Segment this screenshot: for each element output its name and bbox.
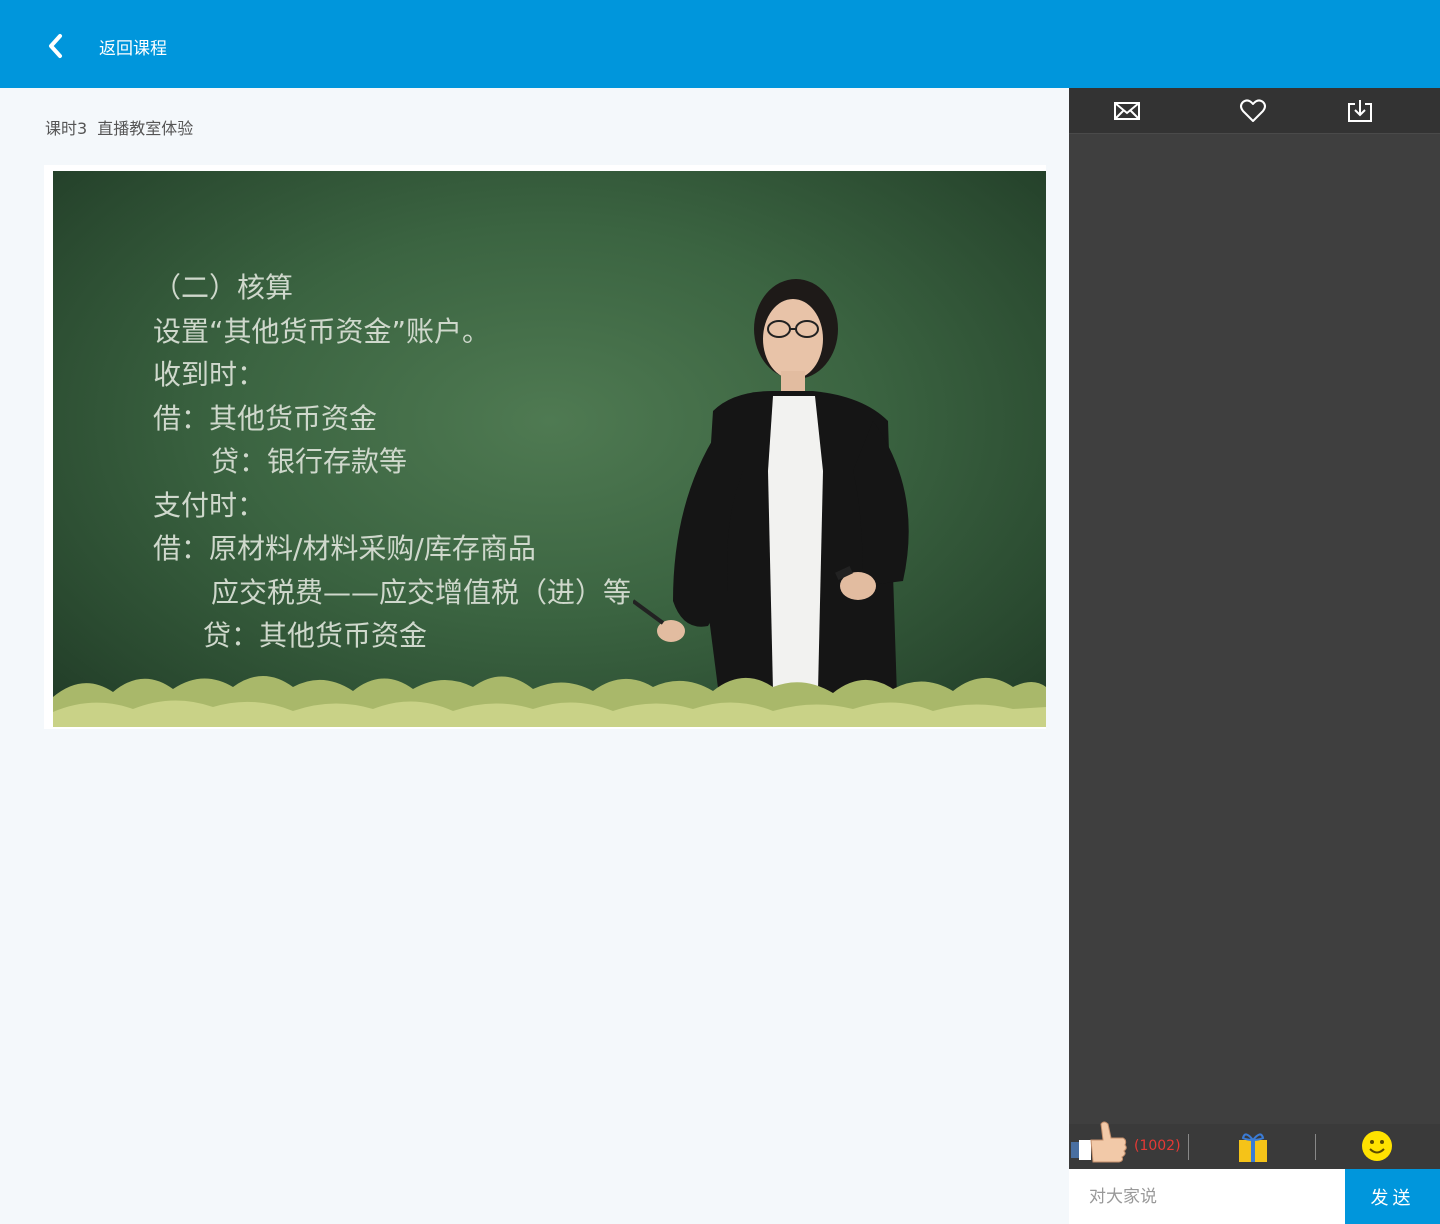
board-line: 应交税费——应交增值税（进）等 xyxy=(211,575,632,609)
thumbs-up-icon[interactable] xyxy=(1071,1118,1129,1168)
foliage-decoration xyxy=(53,676,1046,727)
chat-input-row: 发送 xyxy=(1069,1169,1440,1224)
heart-icon[interactable] xyxy=(1239,98,1267,124)
emoji-icon[interactable] xyxy=(1361,1130,1393,1162)
video-player[interactable]: （二）核算 设置“其他货币资金”账户。 收到时： 借：其他货币资金 贷：银行存款… xyxy=(53,171,1046,727)
interaction-bar: (1002) xyxy=(1069,1121,1440,1169)
sidebar-toolbar xyxy=(1069,88,1440,134)
lesson-title: 课时3 直播教室体验 xyxy=(45,115,203,139)
download-icon[interactable] xyxy=(1346,98,1374,124)
divider xyxy=(1315,1134,1316,1160)
back-to-course-link[interactable]: 返回课程 xyxy=(99,34,167,59)
divider xyxy=(1188,1134,1189,1160)
blackboard-text: （二）核算 设置“其他货币资金”账户。 收到时： 借：其他货币资金 贷：银行存款… xyxy=(153,266,631,658)
chat-input[interactable] xyxy=(1069,1169,1345,1224)
like-count: (1002) xyxy=(1134,1138,1181,1154)
board-line: 贷：其他货币资金 xyxy=(203,619,428,652)
gift-icon[interactable] xyxy=(1237,1130,1269,1164)
lesson-number: 课时3 xyxy=(45,119,88,138)
board-line: 贷：银行存款等 xyxy=(211,445,408,478)
board-line: 设置“其他货币资金”账户。 xyxy=(153,314,491,348)
top-bar: 返回课程 xyxy=(0,0,1440,88)
chat-sidebar: (1002) 发送 xyxy=(1069,88,1440,1224)
back-arrow-icon[interactable] xyxy=(44,32,68,60)
mail-icon[interactable] xyxy=(1113,98,1141,124)
board-line: 借：其他货币资金 xyxy=(153,401,378,435)
lesson-name: 直播教室体验 xyxy=(97,119,194,138)
send-button[interactable]: 发送 xyxy=(1345,1169,1440,1224)
board-line: 借：原材料/材料采购/库存商品 xyxy=(153,532,536,565)
board-line: 收到时： xyxy=(153,358,266,391)
board-line: （二）核算 xyxy=(153,271,294,304)
board-line: 支付时： xyxy=(153,488,266,522)
